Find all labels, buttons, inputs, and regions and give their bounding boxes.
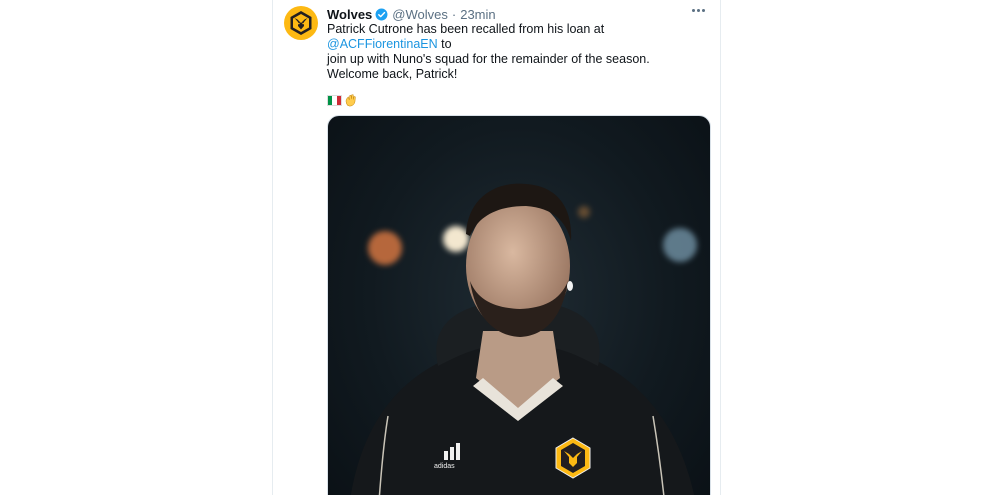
tweet-text-part1: Patrick Cutrone has been recalled from h…: [327, 22, 605, 36]
author-handle[interactable]: @Wolves: [392, 7, 448, 22]
tweet-line-1: Patrick Cutrone has been recalled from h…: [327, 22, 712, 52]
tweet-emojis: [327, 93, 358, 107]
more-options-icon[interactable]: [688, 2, 708, 18]
tweet-header: Wolves @Wolves · 23min: [327, 5, 707, 23]
tweet-card[interactable]: Wolves @Wolves · 23min Patrick Cutrone h…: [272, 0, 721, 495]
tweet-text-part2: to: [437, 37, 452, 51]
tweet-welcome-line: Welcome back, Patrick!: [327, 67, 458, 81]
adidas-wordmark: adidas: [434, 463, 455, 470]
tweet-body: Patrick Cutrone has been recalled from h…: [327, 22, 712, 67]
mention-link[interactable]: @ACFFiorentinaEN: [327, 37, 438, 51]
header-separator: ·: [451, 6, 457, 22]
verified-badge-icon: [375, 8, 388, 20]
waving-hand-icon: [345, 94, 356, 107]
wolves-crest-icon[interactable]: [284, 6, 318, 40]
author-name[interactable]: Wolves: [327, 7, 372, 22]
tweet-timestamp[interactable]: 23min: [460, 7, 495, 22]
player-figure: adidas: [350, 183, 695, 495]
italy-flag-icon: [327, 94, 342, 106]
tweet-photo[interactable]: adidas: [327, 115, 711, 495]
tweet-line-2: join up with Nuno's squad for the remain…: [327, 52, 650, 66]
